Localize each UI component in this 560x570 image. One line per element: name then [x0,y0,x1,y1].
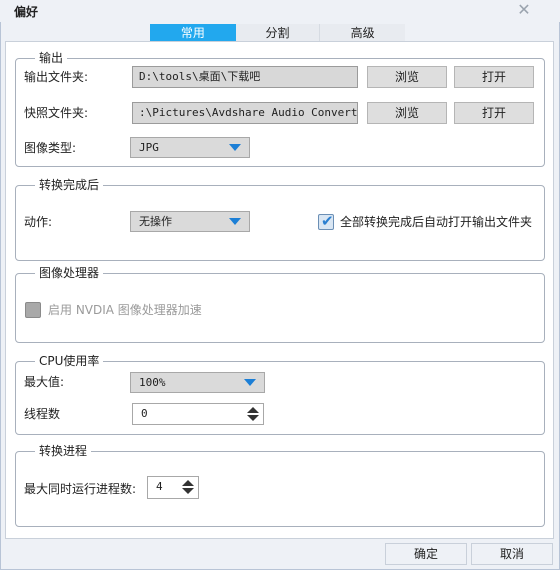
auto-open-checkbox[interactable]: ✔ [318,212,334,230]
chevron-down-icon [229,218,241,225]
action-select[interactable]: 无操作 [130,211,250,232]
cancel-button[interactable]: 取消 [471,543,553,565]
max-concurrent-stepper[interactable]: 4 [147,476,199,499]
ok-button[interactable]: 确定 [385,543,467,565]
image-type-value: JPG [139,141,159,154]
spin-up-icon[interactable] [182,480,194,486]
gpu-enable-checkbox[interactable] [25,302,41,318]
spin-up-icon[interactable] [247,407,259,413]
output-legend: 输出 [35,51,68,65]
action-label: 动作: [24,215,53,229]
output-open-button[interactable]: 打开 [454,66,534,88]
spin-down-icon[interactable] [182,488,194,494]
cpu-max-label: 最大值: [24,375,65,389]
cpu-group [15,361,545,435]
image-type-select[interactable]: JPG [130,137,250,158]
output-folder-label: 输出文件夹: [24,70,89,84]
title-bar [0,0,560,22]
max-concurrent-value: 4 [156,480,163,493]
snapshot-browse-button[interactable]: 浏览 [367,102,447,124]
threads-stepper[interactable]: 0 [132,403,264,425]
auto-open-label: 全部转换完成后自动打开输出文件夹 [340,215,533,229]
cpu-legend: CPU使用率 [35,354,104,368]
cpu-max-select[interactable]: 100% [130,372,265,393]
cpu-max-value: 100% [139,376,166,389]
process-legend: 转换进程 [35,444,92,458]
threads-label: 线程数 [24,407,61,421]
output-folder-field[interactable]: D:\tools\桌面\下载吧 [132,66,358,88]
threads-value: 0 [141,407,148,420]
gpu-enable-label: 启用 NVDIA 图像处理器加速 [48,303,202,317]
spin-down-icon[interactable] [247,415,259,421]
image-type-label: 图像类型: [24,141,77,155]
after-convert-legend: 转换完成后 [35,178,104,192]
window-title: 偏好 [14,5,39,19]
snapshot-folder-label: 快照文件夹: [24,106,89,120]
max-concurrent-label: 最大同时运行进程数: [24,482,137,496]
snapshot-folder-field[interactable]: :\Pictures\Avdshare Audio Converter [132,102,358,124]
action-value: 无操作 [139,215,172,228]
close-icon[interactable]: ✕ [517,2,531,18]
checkmark-icon: ✔ [321,212,334,230]
output-browse-button[interactable]: 浏览 [367,66,447,88]
gpu-legend: 图像处理器 [35,266,104,280]
snapshot-open-button[interactable]: 打开 [454,102,534,124]
chevron-down-icon [229,144,241,151]
chevron-down-icon [244,379,256,386]
